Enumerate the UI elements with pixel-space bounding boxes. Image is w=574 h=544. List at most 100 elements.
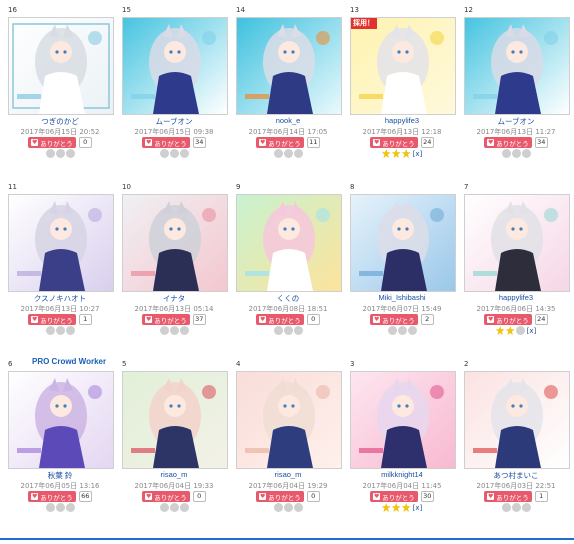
entry-author-link[interactable]: 秋葉 鈴 [4,470,116,481]
entry-thumbnail[interactable] [464,17,570,115]
entry-author-link[interactable]: クスノキハオト [4,293,116,304]
star-empty-icon[interactable] [55,503,65,512]
thanks-button[interactable]: ♥ ありがとう [370,314,418,325]
entry-author-link[interactable]: nook_e [232,116,344,125]
thanks-button[interactable]: ♥ ありがとう [370,137,418,148]
entry-author-link[interactable]: Miki_Ishibashi [346,293,458,302]
entry-thumbnail[interactable] [122,371,228,469]
star-filled-icon[interactable] [505,326,515,335]
thanks-button[interactable]: ♥ ありがとう [484,491,532,502]
star-empty-icon[interactable] [273,326,283,335]
star-rating[interactable] [118,326,230,335]
entry-thumbnail[interactable] [464,194,570,292]
thanks-button[interactable]: ♥ ありがとう [28,491,76,502]
entry-author-link[interactable]: あつ村まいこ [460,470,572,481]
thanks-button[interactable]: ♥ ありがとう [370,491,418,502]
entry-thumbnail[interactable] [122,194,228,292]
star-empty-icon[interactable] [293,326,303,335]
star-filled-icon[interactable] [391,149,401,158]
star-rating[interactable] [232,149,344,158]
star-empty-icon[interactable] [273,149,283,158]
feedback-link[interactable]: [x] [527,327,537,335]
star-empty-icon[interactable] [159,503,169,512]
thanks-button[interactable]: ♥ ありがとう [28,137,76,148]
star-empty-icon[interactable] [169,326,179,335]
star-empty-icon[interactable] [159,326,169,335]
entry-author-link[interactable]: happylife3 [346,116,458,125]
star-empty-icon[interactable] [65,326,75,335]
star-empty-icon[interactable] [511,149,521,158]
entry-author-link[interactable]: イナタ [118,293,230,304]
entry-thumbnail[interactable] [464,371,570,469]
star-empty-icon[interactable] [283,326,293,335]
star-empty-icon[interactable] [521,149,531,158]
entry-thumbnail[interactable] [236,371,342,469]
entry-author-link[interactable]: happylife3 [460,293,572,302]
star-empty-icon[interactable] [65,503,75,512]
star-empty-icon[interactable] [387,326,397,335]
entry-author-link[interactable]: risao_m [118,470,230,479]
star-empty-icon[interactable] [515,326,525,335]
entry-thumbnail[interactable] [236,194,342,292]
star-rating[interactable]: [x] [346,503,458,512]
star-rating[interactable] [232,503,344,512]
star-empty-icon[interactable] [159,149,169,158]
star-filled-icon[interactable] [381,503,391,512]
entry-thumbnail[interactable] [122,17,228,115]
thanks-button[interactable]: ♥ ありがとう [142,491,190,502]
entry-author-link[interactable]: milkknight14 [346,470,458,479]
star-rating[interactable] [118,149,230,158]
entry-thumbnail[interactable] [8,17,114,115]
feedback-link[interactable]: [x] [413,150,423,158]
thanks-button[interactable]: ♥ ありがとう [256,314,304,325]
star-empty-icon[interactable] [55,326,65,335]
star-empty-icon[interactable] [273,503,283,512]
star-filled-icon[interactable] [495,326,505,335]
star-empty-icon[interactable] [55,149,65,158]
entry-thumbnail[interactable] [236,17,342,115]
star-empty-icon[interactable] [407,326,417,335]
star-rating[interactable] [4,503,116,512]
star-rating[interactable] [460,149,572,158]
star-empty-icon[interactable] [179,503,189,512]
thanks-button[interactable]: ♥ ありがとう [256,137,304,148]
star-rating[interactable] [4,326,116,335]
entry-author-link[interactable]: risao_m [232,470,344,479]
thanks-button[interactable]: ♥ ありがとう [256,491,304,502]
star-empty-icon[interactable] [179,149,189,158]
star-empty-icon[interactable] [501,149,511,158]
star-empty-icon[interactable] [293,503,303,512]
star-empty-icon[interactable] [283,149,293,158]
star-filled-icon[interactable] [391,503,401,512]
star-empty-icon[interactable] [521,503,531,512]
entry-thumbnail[interactable] [8,371,114,469]
entry-thumbnail[interactable] [8,194,114,292]
entry-author-link[interactable]: くくの [232,293,344,304]
entry-author-link[interactable]: ムーブオン [460,116,572,127]
star-empty-icon[interactable] [511,503,521,512]
entry-author-link[interactable]: ムーブオン [118,116,230,127]
star-empty-icon[interactable] [45,149,55,158]
entry-thumbnail[interactable] [350,194,456,292]
entry-thumbnail[interactable] [350,371,456,469]
star-rating[interactable] [232,326,344,335]
star-rating[interactable]: [x] [460,326,572,335]
star-empty-icon[interactable] [293,149,303,158]
star-filled-icon[interactable] [401,503,411,512]
star-rating[interactable] [460,503,572,512]
thanks-button[interactable]: ♥ ありがとう [28,314,76,325]
star-filled-icon[interactable] [401,149,411,158]
star-empty-icon[interactable] [179,326,189,335]
entry-thumbnail[interactable]: 採用！ [350,17,456,115]
star-empty-icon[interactable] [169,503,179,512]
entry-author-link[interactable]: つぎのかど [4,116,116,127]
star-rating[interactable] [346,326,458,335]
thanks-button[interactable]: ♥ ありがとう [142,314,190,325]
star-empty-icon[interactable] [397,326,407,335]
star-filled-icon[interactable] [381,149,391,158]
star-empty-icon[interactable] [283,503,293,512]
thanks-button[interactable]: ♥ ありがとう [484,137,532,148]
feedback-link[interactable]: [x] [413,504,423,512]
thanks-button[interactable]: ♥ ありがとう [484,314,532,325]
thanks-button[interactable]: ♥ ありがとう [142,137,190,148]
